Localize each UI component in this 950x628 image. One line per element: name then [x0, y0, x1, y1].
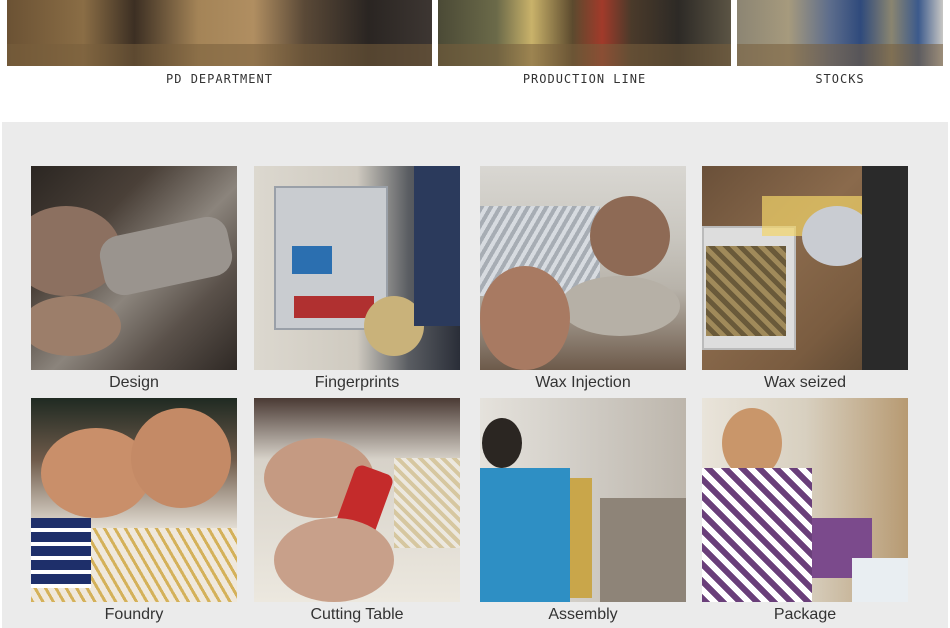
package-photo [702, 398, 908, 602]
foundry-photo [31, 398, 237, 602]
package-caption: Package [773, 606, 837, 623]
fingerprints-caption: Fingerprints [314, 374, 400, 391]
assembly-photo [480, 398, 686, 602]
wax-injection-caption: Wax Injection [535, 374, 631, 391]
wax-seized-caption: Wax seized [763, 374, 847, 391]
top-strip: PD DEPARTMENT PRODUCTION LINE STOCKS [0, 0, 950, 122]
design-caption: Design [109, 374, 159, 391]
cutting-table-caption: Cutting Table [310, 606, 404, 623]
foundry-caption: Foundry [104, 606, 164, 623]
production-line-photo [438, 0, 731, 66]
pd-department-photo [7, 0, 432, 66]
process-panel: Design Fingerprints Wax Injection Wax se… [2, 122, 948, 628]
production-line-label: PRODUCTION LINE [522, 72, 647, 86]
pd-department-label: PD DEPARTMENT [166, 72, 273, 86]
cutting-table-photo [254, 398, 460, 602]
wax-injection-photo [480, 166, 686, 370]
stocks-photo [737, 0, 943, 66]
assembly-caption: Assembly [548, 606, 618, 623]
stocks-label: STOCKS [815, 72, 865, 86]
fingerprints-photo [254, 166, 460, 370]
design-photo [31, 166, 237, 370]
wax-seized-photo [702, 166, 908, 370]
